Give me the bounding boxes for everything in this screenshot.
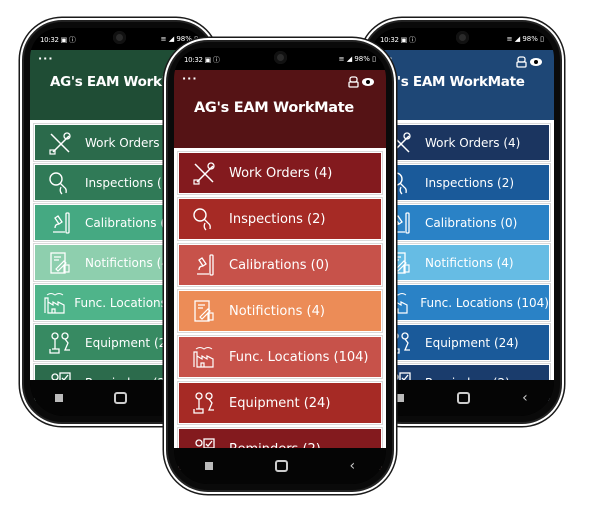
menu-tile-label: Work Orders (4) xyxy=(425,135,521,150)
menu-tile-work[interactable]: Work Orders (4) xyxy=(373,123,551,162)
menu-tile-label: Inspections (2) xyxy=(229,211,326,227)
status-time: 10:32 ▣ ⓘ xyxy=(380,36,416,44)
app-title: AG's EAM WorkMate xyxy=(194,100,354,116)
home-button[interactable] xyxy=(274,460,288,472)
main-menu: Work Orders (4) Inspections (2) Calibratio… xyxy=(174,148,386,471)
header-actions[interactable] xyxy=(516,56,544,71)
menu-tile-func[interactable]: Func. Locations (104) xyxy=(177,335,383,379)
menu-tile-label: Inspections (2) xyxy=(85,175,175,190)
phone-red: 10:32 ▣ ⓘ ≡ ◢ 98% ▯ ··· AG's EAM WorkMat… xyxy=(166,40,394,492)
status-bar: 10:32 ▣ ⓘ ≡ ◢ 98% ▯ xyxy=(30,28,208,50)
menu-tile-inspections[interactable]: Inspections (2) xyxy=(373,163,551,202)
android-nav-bar: ‹ xyxy=(370,380,554,416)
menu-tile-label: Notifictions (4) xyxy=(425,255,514,270)
overflow-menu-icon[interactable]: ··· xyxy=(38,52,54,65)
magnifier-hand-icon xyxy=(35,170,85,196)
menu-tile-label: Equipment (24) xyxy=(229,395,331,411)
notepad-pen-icon xyxy=(179,298,229,324)
back-button[interactable]: ‹ xyxy=(349,458,355,474)
menu-tile-equipment[interactable]: Equipment (24) xyxy=(373,323,551,362)
menu-tile-label: Calibrations (0) xyxy=(425,215,518,230)
status-time: 10:32 ▣ ⓘ xyxy=(40,36,76,44)
phone-screen: 10:32 ▣ ⓘ ≡ ◢ 98% ▯ ··· AG's EAM WorkMat… xyxy=(370,28,554,416)
microscope-icon xyxy=(35,210,85,236)
microscope-icon xyxy=(179,252,229,278)
android-nav-bar: ‹ xyxy=(174,448,386,484)
menu-tile-label: Calibrations (0) xyxy=(85,215,178,230)
menu-tile-notifictions[interactable]: Notifictions (4) xyxy=(373,243,551,282)
front-camera xyxy=(456,31,469,44)
menu-tile-label: Inspections (2) xyxy=(425,175,515,190)
recents-button[interactable] xyxy=(204,462,213,470)
menu-tile-label: Notifictions (4) xyxy=(229,303,325,319)
menu-tile-label: Calibrations (0) xyxy=(229,257,330,273)
menu-tile-notifictions[interactable]: Notifictions (4) xyxy=(177,289,383,333)
menu-tile-calibrations[interactable]: Calibrations (0) xyxy=(177,243,383,287)
main-menu: Work Orders (4) Inspections (2) Calibratio… xyxy=(370,120,554,402)
notepad-pen-icon xyxy=(35,250,85,276)
factory-icon xyxy=(35,290,74,316)
status-bar: 10:32 ▣ ⓘ ≡ ◢ 98% ▯ xyxy=(174,48,386,70)
status-indicators: ≡ ◢ 98% ▯ xyxy=(338,55,376,63)
magnifier-hand-icon xyxy=(179,206,229,232)
recents-button[interactable] xyxy=(55,394,64,402)
front-camera xyxy=(274,51,287,64)
recents-button[interactable] xyxy=(396,394,405,402)
tools-icon xyxy=(179,160,229,186)
menu-tile-label: Notifictions (4) xyxy=(85,255,174,270)
status-time: 10:32 ▣ ⓘ xyxy=(184,56,220,64)
app-header: ··· AG's EAM WorkMate xyxy=(174,70,386,148)
robot-sync-icons[interactable] xyxy=(516,56,544,68)
overflow-menu-icon[interactable]: ··· xyxy=(182,72,198,85)
menu-tile-calibrations[interactable]: Calibrations (0) xyxy=(373,203,551,242)
menu-tile-work[interactable]: Work Orders (4) xyxy=(177,151,383,195)
back-button[interactable]: ‹ xyxy=(522,390,528,406)
app-header: ··· AG's EAM WorkMate xyxy=(370,50,554,120)
header-actions[interactable] xyxy=(348,76,376,91)
factory-icon xyxy=(179,344,229,370)
phone-screen: 10:32 ▣ ⓘ ≡ ◢ 98% ▯ ··· AG's EAM WorkMat… xyxy=(174,48,386,484)
robot-sync-icons[interactable] xyxy=(348,76,376,88)
robot-arm-icon xyxy=(179,390,229,416)
front-camera xyxy=(113,31,126,44)
menu-tile-func[interactable]: Func. Locations (104) xyxy=(373,283,551,322)
menu-tile-label: Func. Locations (104) xyxy=(420,295,549,310)
status-bar: 10:32 ▣ ⓘ ≡ ◢ 98% ▯ xyxy=(370,28,554,50)
home-button[interactable] xyxy=(456,392,470,404)
robot-arm-icon xyxy=(35,330,85,356)
menu-tile-inspections[interactable]: Inspections (2) xyxy=(177,197,383,241)
menu-tile-label: Equipment (24) xyxy=(425,335,519,350)
status-indicators: ≡ ◢ 98% ▯ xyxy=(506,35,544,43)
menu-tile-label: Func. Locations (104) xyxy=(229,349,369,365)
menu-tile-label: Work Orders (4) xyxy=(229,165,333,181)
tools-icon xyxy=(35,130,85,156)
menu-tile-label: Equipment (24) xyxy=(85,335,179,350)
app-title: AG's EAM WorkMate xyxy=(376,74,525,90)
menu-tile-equipment[interactable]: Equipment (24) xyxy=(177,381,383,425)
home-button[interactable] xyxy=(113,392,127,404)
